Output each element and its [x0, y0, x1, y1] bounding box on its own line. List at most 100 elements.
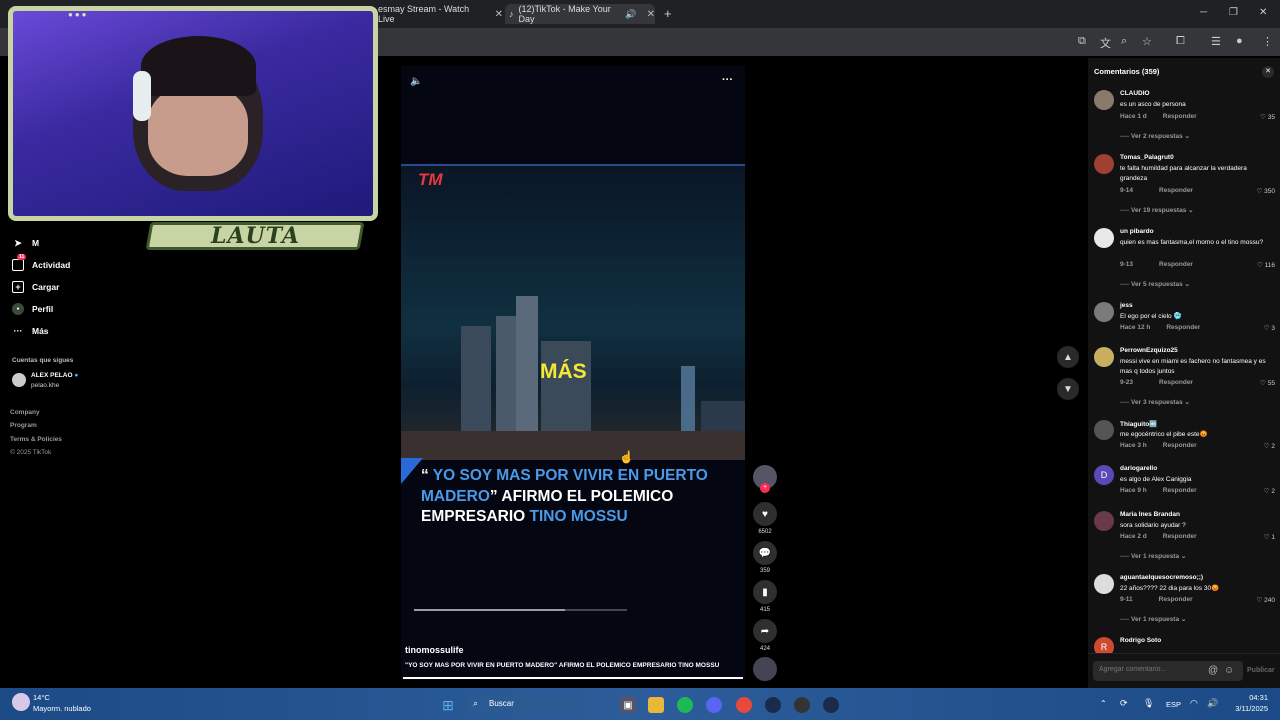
audio-icon[interactable]: 🔊	[625, 9, 636, 20]
reading-list-icon[interactable]: ☰	[1211, 35, 1221, 48]
mention-icon[interactable]: @	[1208, 665, 1218, 676]
tab-tiktok[interactable]: ♪ (12)TikTok - Make Your Day 🔊 ✕	[505, 4, 655, 24]
avatar[interactable]	[1094, 574, 1114, 594]
steam-icon[interactable]	[823, 697, 839, 713]
maximize-icon[interactable]: ❐	[1229, 7, 1238, 18]
view-replies[interactable]: ── Ver 1 respuesta ⌄	[1120, 615, 1186, 623]
speaker-icon[interactable]: 🔊	[1207, 698, 1218, 709]
cast-icon[interactable]: ⧉	[1078, 35, 1086, 48]
clock-time[interactable]: 04:31	[1226, 693, 1268, 702]
chevron-down-icon[interactable]: ▼	[1057, 378, 1079, 400]
video-more-icon[interactable]: ···	[722, 74, 733, 86]
file-explorer-icon[interactable]	[648, 697, 664, 713]
video-author[interactable]: tinomossulife	[405, 645, 464, 655]
comment-likes[interactable]: ♡ 55	[1260, 379, 1275, 387]
avatar[interactable]	[1094, 90, 1114, 110]
share-icon[interactable]: ➦	[753, 619, 777, 643]
video-progress-bar[interactable]	[403, 677, 743, 679]
nav-item-actividad[interactable]: 11 Actividad	[12, 254, 70, 271]
comment-icon[interactable]: 💬	[753, 541, 777, 565]
weather-desc[interactable]: Mayorm. nublado	[33, 704, 91, 713]
comment-author[interactable]: aguantaelquesocremoso;;)	[1120, 574, 1203, 581]
bookmark-star-icon[interactable]: ☆	[1142, 35, 1152, 48]
avatar[interactable]	[1094, 511, 1114, 531]
minimize-icon[interactable]: ─	[1200, 7, 1207, 18]
weather-icon[interactable]	[12, 693, 30, 711]
nav-item-perfil[interactable]: ● Perfil	[12, 303, 53, 315]
follow-plus-icon[interactable]: +	[760, 483, 770, 493]
heart-icon[interactable]: ♥	[753, 502, 777, 526]
comment-likes[interactable]: ♡ 2	[1264, 487, 1275, 495]
avatar[interactable]	[1094, 420, 1114, 440]
comment-likes[interactable]: ♡ 116	[1257, 261, 1275, 269]
view-replies[interactable]: ── Ver 19 respuestas ⌄	[1120, 206, 1194, 214]
reply-button[interactable]: Responder	[1163, 533, 1197, 540]
wifi-icon[interactable]: ◠	[1190, 698, 1198, 709]
obs-icon[interactable]	[794, 697, 810, 713]
windows-start-icon[interactable]: ⊞	[440, 697, 456, 713]
comment-author[interactable]: Rodrigo Soto	[1120, 637, 1161, 644]
zoom-icon[interactable]: ⌕	[1121, 35, 1127, 48]
chevron-up-tray-icon[interactable]: ⌃	[1100, 699, 1107, 708]
close-tab-icon[interactable]: ✕	[647, 9, 655, 20]
reply-button[interactable]: Responder	[1163, 113, 1197, 120]
comment-author[interactable]: Tomas_Palagrut0	[1120, 154, 1174, 161]
avatar[interactable]	[1094, 302, 1114, 322]
nav-item-mas[interactable]: ··· Más	[12, 325, 49, 337]
close-window-icon[interactable]: ✕	[1259, 7, 1267, 18]
extensions-icon[interactable]: ⧠	[1176, 35, 1185, 48]
comment-author[interactable]: Thiaguito🔤	[1120, 420, 1157, 428]
reply-button[interactable]: Responder	[1166, 324, 1200, 331]
comment-likes[interactable]: ♡ 1	[1264, 533, 1275, 541]
nav-item-cargar[interactable]: + Cargar	[12, 281, 59, 293]
reply-button[interactable]: Responder	[1163, 442, 1197, 449]
emoji-icon[interactable]: ☺	[1224, 665, 1234, 676]
avatar[interactable]	[1094, 154, 1114, 174]
comment-author[interactable]: un pibardo	[1120, 228, 1154, 235]
avatar[interactable]	[1094, 347, 1114, 367]
volume-icon[interactable]: 🔈	[410, 76, 422, 87]
avatar[interactable]	[12, 373, 26, 387]
footer-company[interactable]: Company	[10, 409, 40, 416]
avatar[interactable]	[1094, 228, 1114, 248]
reply-button[interactable]: Responder	[1163, 487, 1197, 494]
comment-author[interactable]: PerrownEzquizo25	[1120, 347, 1178, 354]
reply-button[interactable]: Responder	[1159, 187, 1193, 194]
footer-program[interactable]: Program	[10, 422, 37, 429]
translate-icon[interactable]: 文	[1100, 35, 1111, 51]
reply-button[interactable]: Responder	[1159, 261, 1193, 268]
comment-author[interactable]: dariogarello	[1120, 465, 1157, 472]
weather-temp[interactable]: 14°C	[33, 693, 50, 702]
following-name[interactable]: ALEX PELAO ●	[31, 372, 78, 379]
chevron-up-icon[interactable]: ▲	[1057, 346, 1079, 368]
footer-terms[interactable]: Terms & Policies	[10, 436, 62, 443]
menu-dots-icon[interactable]: ⋮	[1262, 35, 1273, 48]
comment-author[interactable]: jess	[1120, 302, 1133, 309]
view-replies[interactable]: ── Ver 1 respuesta ⌄	[1120, 552, 1186, 560]
close-icon[interactable]: ✕	[1262, 66, 1274, 78]
music-disc-icon[interactable]	[753, 657, 777, 681]
view-replies[interactable]: ── Ver 3 respuestas ⌄	[1120, 398, 1190, 406]
comment-likes[interactable]: ♡ 35	[1260, 113, 1275, 121]
tab-stream[interactable]: esmay Stream - Watch Live ✕	[378, 4, 503, 24]
view-replies[interactable]: ── Ver 2 respuestas ⌄	[1120, 132, 1190, 140]
comment-author[interactable]: Maria Ines Brandan	[1120, 511, 1180, 518]
comment-likes[interactable]: ♡ 2	[1264, 442, 1275, 450]
chrome-icon[interactable]	[736, 697, 752, 713]
microphone-icon[interactable]: 🎙	[1143, 698, 1154, 709]
publish-button[interactable]: Publicar	[1247, 667, 1275, 674]
avatar[interactable]: D	[1094, 465, 1114, 485]
language-indicator[interactable]: ESP	[1166, 700, 1181, 709]
taskbar-search[interactable]: ⌕ Buscar	[465, 694, 585, 714]
comment-likes[interactable]: ♡ 240	[1257, 596, 1276, 604]
profile-avatar-icon[interactable]: ●	[1236, 35, 1243, 47]
clock-date[interactable]: 3/11/2025	[1226, 704, 1268, 713]
comment-likes[interactable]: ♡ 3	[1264, 324, 1275, 332]
comment-likes[interactable]: ♡ 350	[1257, 187, 1276, 195]
spotify-icon[interactable]	[677, 697, 693, 713]
sync-icon[interactable]: ⟳	[1120, 698, 1128, 709]
close-tab-icon[interactable]: ✕	[495, 9, 503, 20]
steam-icon[interactable]	[765, 697, 781, 713]
reply-button[interactable]: Responder	[1159, 596, 1193, 603]
discord-icon[interactable]	[706, 697, 722, 713]
